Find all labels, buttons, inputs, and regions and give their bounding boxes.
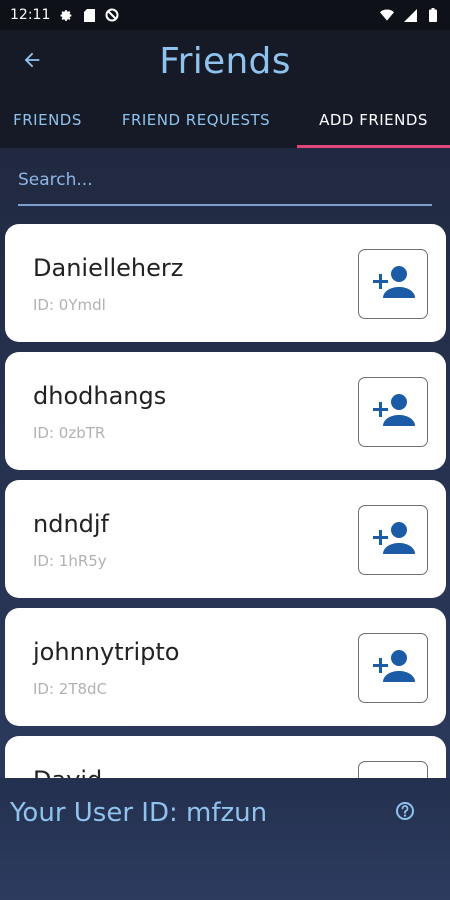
add-friend-button[interactable] (358, 505, 428, 575)
user-card: johnnytripto ID: 2T8dC (5, 608, 446, 726)
page-title: Friends (159, 40, 291, 82)
sd-card-icon (82, 8, 96, 22)
status-bar: 12:11 (0, 0, 450, 30)
user-name: David (33, 766, 102, 778)
user-card: Danielleherz ID: 0Ymdl (5, 224, 446, 342)
arrow-left-icon (21, 49, 43, 75)
status-time: 12:11 (10, 7, 51, 23)
add-person-icon (371, 264, 415, 304)
help-button[interactable] (394, 802, 416, 824)
wifi-icon (380, 8, 394, 22)
user-card: David (5, 736, 446, 778)
user-card: ndndjf ID: 1hR5y (5, 480, 446, 598)
your-user-id: Your User ID: mfzun (10, 798, 268, 828)
search-input[interactable] (18, 170, 432, 206)
tab-bar: FRIENDS FRIEND REQUESTS ADD FRIENDS (0, 92, 450, 148)
search-bar (0, 148, 450, 220)
no-data-icon (105, 8, 119, 22)
tab-add-friends[interactable]: ADD FRIENDS (297, 92, 450, 148)
user-name: Danielleherz (33, 254, 184, 282)
status-right (380, 8, 440, 22)
user-list[interactable]: Danielleherz ID: 0Ymdl dhodhangs ID: 0zb… (0, 222, 450, 778)
battery-icon (426, 8, 440, 22)
help-circle-icon (395, 801, 415, 825)
add-friend-button[interactable] (358, 633, 428, 703)
tab-friend-requests[interactable]: FRIEND REQUESTS (95, 92, 297, 148)
add-person-icon (371, 392, 415, 432)
footer: Your User ID: mfzun (0, 778, 450, 900)
user-id: ID: 0Ymdl (33, 296, 106, 314)
add-person-icon (371, 520, 415, 560)
app-header: Friends (0, 30, 450, 92)
add-friend-button[interactable] (358, 249, 428, 319)
add-person-icon (371, 648, 415, 688)
gear-icon (59, 8, 73, 22)
tab-friends[interactable]: FRIENDS (0, 92, 95, 148)
user-id: ID: 2T8dC (33, 680, 108, 698)
status-left: 12:11 (10, 7, 119, 23)
user-name: dhodhangs (33, 382, 167, 410)
user-name: johnnytripto (33, 638, 180, 666)
add-friend-button[interactable] (358, 761, 428, 778)
user-name: ndndjf (33, 510, 110, 538)
user-id: ID: 0zbTR (33, 424, 106, 442)
user-card: dhodhangs ID: 0zbTR (5, 352, 446, 470)
add-friend-button[interactable] (358, 377, 428, 447)
signal-icon (403, 8, 417, 22)
user-id: ID: 1hR5y (33, 552, 107, 570)
back-button[interactable] (14, 44, 50, 80)
